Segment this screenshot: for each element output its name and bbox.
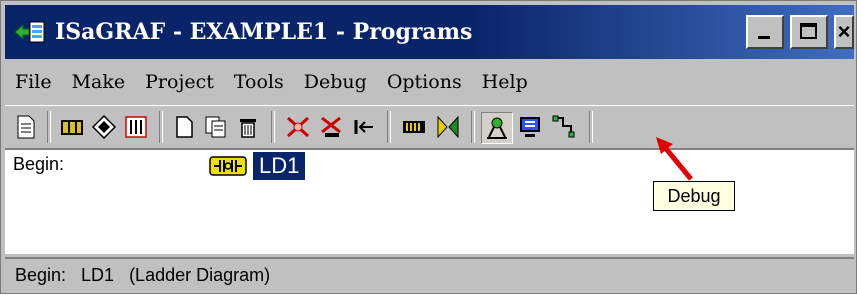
ladder-diagram-icon bbox=[209, 156, 247, 176]
tooltip-text: Debug bbox=[667, 185, 721, 206]
status-text: Begin: LD1 (Ladder Diagram) bbox=[15, 264, 271, 285]
new-program-button[interactable] bbox=[169, 112, 199, 142]
properties-button[interactable] bbox=[11, 112, 41, 142]
menu-options[interactable]: Options bbox=[387, 71, 462, 93]
simulate-icon bbox=[520, 117, 540, 137]
debug-icon bbox=[487, 117, 507, 139]
status-bar: Begin: LD1 (Ladder Diagram) bbox=[5, 257, 854, 291]
menu-project[interactable]: Project bbox=[145, 71, 214, 93]
close-button[interactable]: × bbox=[834, 15, 854, 49]
code-generator-icon bbox=[403, 121, 425, 133]
io-connection-button[interactable] bbox=[121, 112, 151, 142]
network-button[interactable] bbox=[89, 112, 119, 142]
delete-program-icon bbox=[240, 119, 256, 138]
properties-icon bbox=[17, 115, 35, 139]
menu-debug[interactable]: Debug bbox=[304, 71, 367, 93]
program-item-ld1[interactable]: LD1 bbox=[209, 152, 306, 180]
minimize-icon bbox=[758, 36, 770, 39]
dictionary-icon bbox=[61, 120, 83, 135]
delete-program-button[interactable] bbox=[233, 112, 263, 142]
link-setup-button[interactable] bbox=[549, 112, 579, 142]
maximize-icon bbox=[800, 23, 817, 39]
dictionary-button[interactable] bbox=[57, 112, 87, 142]
verify-button[interactable] bbox=[283, 112, 313, 142]
verify-icon bbox=[286, 116, 310, 138]
maximize-button[interactable] bbox=[790, 15, 828, 49]
network-icon bbox=[91, 114, 117, 140]
begin-section-label: Begin: bbox=[13, 154, 65, 174]
isagraf-window: ISaGRAF - EXAMPLE1 - Programs × File Mak… bbox=[0, 0, 857, 294]
link-setup-icon bbox=[552, 115, 575, 138]
simulate-button[interactable] bbox=[515, 112, 545, 142]
minimize-button[interactable] bbox=[746, 15, 784, 49]
download-button[interactable] bbox=[433, 112, 463, 142]
new-program-icon bbox=[176, 116, 193, 138]
title-bar[interactable]: ISaGRAF - EXAMPLE1 - Programs × bbox=[5, 5, 854, 59]
close-icon: × bbox=[837, 19, 851, 44]
io-connection-icon bbox=[125, 116, 147, 138]
program-name: LD1 bbox=[253, 152, 306, 180]
download-icon bbox=[437, 115, 459, 139]
copy-program-icon bbox=[205, 116, 226, 138]
toolbar bbox=[5, 105, 854, 149]
menu-help[interactable]: Help bbox=[482, 71, 528, 93]
compile-button[interactable] bbox=[317, 112, 347, 142]
touch-button[interactable] bbox=[349, 112, 379, 142]
compile-icon bbox=[321, 116, 341, 137]
menu-tools[interactable]: Tools bbox=[234, 71, 284, 93]
debug-button[interactable] bbox=[481, 112, 513, 144]
window-title: ISaGRAF - EXAMPLE1 - Programs bbox=[55, 19, 473, 45]
menu-file[interactable]: File bbox=[15, 71, 52, 93]
touch-icon bbox=[354, 120, 373, 134]
menu-bar: File Make Project Tools Debug Options He… bbox=[5, 63, 854, 101]
copy-program-button[interactable] bbox=[201, 112, 231, 142]
isagraf-app-icon[interactable] bbox=[13, 17, 47, 47]
menu-make[interactable]: Make bbox=[72, 71, 126, 93]
debug-tooltip: Debug bbox=[653, 181, 735, 211]
code-generator-button[interactable] bbox=[399, 112, 429, 142]
